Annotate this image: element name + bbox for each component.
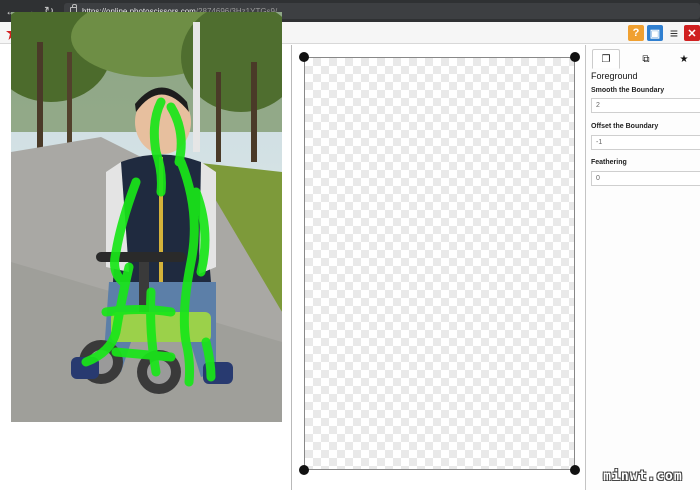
- offset-boundary-label: Offset the Boundary: [591, 123, 659, 130]
- help-icon: ?: [632, 27, 640, 39]
- tab-favorites[interactable]: ★: [670, 49, 698, 69]
- star-icon: ★: [679, 53, 689, 65]
- crop-handle-top-left[interactable]: [299, 52, 309, 62]
- close-button[interactable]: ✕: [684, 25, 700, 41]
- tab-background[interactable]: ⧉: [632, 49, 660, 69]
- menu-icon: ≡: [669, 25, 679, 41]
- photo-illustration: [11, 12, 282, 422]
- settings-panel: ❐ ⧉ ★ Foreground Smooth the Boundary Off…: [586, 45, 700, 490]
- crop-handle-top-right[interactable]: [570, 52, 580, 62]
- result-preview-canvas[interactable]: [304, 57, 575, 470]
- save-icon: ▣: [649, 27, 661, 40]
- crop-handle-bottom-right[interactable]: [570, 465, 580, 475]
- smooth-boundary-label: Smooth the Boundary: [591, 87, 665, 94]
- panel-title: Foreground: [591, 71, 638, 81]
- source-photo[interactable]: [11, 12, 282, 422]
- feathering-label: Feathering: [591, 159, 627, 166]
- smooth-boundary-input[interactable]: [591, 98, 700, 113]
- foreground-tab-icon: ❐: [601, 53, 611, 65]
- menu-button[interactable]: ≡: [666, 25, 682, 41]
- help-button[interactable]: ?: [628, 25, 644, 41]
- close-icon: ✕: [687, 27, 697, 40]
- save-button[interactable]: ▣: [647, 25, 663, 41]
- tab-foreground[interactable]: ❐: [592, 49, 620, 69]
- feathering-input[interactable]: [591, 171, 700, 186]
- panel-tabs: ❐ ⧉ ★: [586, 49, 700, 69]
- watermark: minwt.com: [603, 468, 683, 484]
- offset-boundary-input[interactable]: [591, 135, 700, 150]
- canvas-divider: [291, 45, 292, 490]
- crop-handle-bottom-left[interactable]: [299, 465, 309, 475]
- background-tab-icon: ⧉: [642, 53, 650, 65]
